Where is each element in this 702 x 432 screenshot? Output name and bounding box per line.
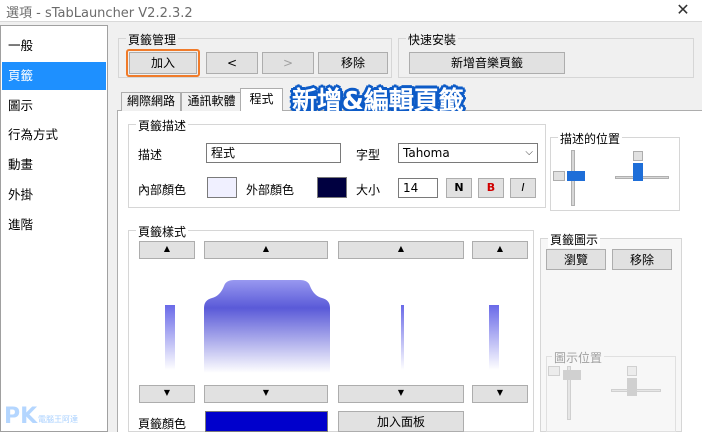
italic-style-button[interactable]: I <box>510 178 536 198</box>
icon-position-checkbox[interactable] <box>548 366 560 376</box>
font-select[interactable]: Tahoma ⌵ <box>398 143 538 163</box>
next-tab-button[interactable]: > <box>262 52 314 74</box>
style-center-up-button[interactable]: ▲ <box>204 241 328 259</box>
tab-preview-divider <box>401 305 404 370</box>
vertical-slider-thumb[interactable] <box>567 171 585 181</box>
watermark-logo: PK <box>4 404 38 429</box>
inner-color-swatch[interactable] <box>207 177 237 198</box>
style-right-down-button[interactable]: ▼ <box>338 385 464 403</box>
position-checkbox[interactable] <box>553 171 565 181</box>
icon-position-group <box>546 356 676 432</box>
add-panel-button[interactable]: 加入面板 <box>338 411 464 432</box>
prev-tab-button[interactable]: < <box>206 52 258 74</box>
icon-position-label: 圖示位置 <box>552 349 605 366</box>
tab-management-label: 頁籤管理 <box>126 31 179 48</box>
outer-color-label: 外部顏色 <box>246 183 295 197</box>
quick-install-label: 快速安裝 <box>406 31 459 48</box>
remove-icon-button[interactable]: 移除 <box>612 249 672 270</box>
tab-internet[interactable]: 網際網路 <box>121 92 181 111</box>
title-bar: 選項 - sTabLauncher V2.2.3.2 ✕ <box>0 0 702 22</box>
tab-color-swatch[interactable] <box>205 411 328 432</box>
tab-programs[interactable]: 程式 <box>240 88 283 111</box>
tab-preview-left-edge <box>165 305 175 370</box>
font-label: 字型 <box>356 148 381 162</box>
style-right-up-button[interactable]: ▲ <box>338 241 464 259</box>
chevron-down-icon: ⌵ <box>525 147 533 158</box>
sidebar-item-behavior[interactable]: 行為方式 <box>2 121 106 149</box>
font-select-value: Tahoma <box>403 146 450 160</box>
watermark-text: 電腦王阿達 <box>38 415 78 424</box>
sidebar-item-general[interactable]: 一般 <box>2 32 106 60</box>
size-label: 大小 <box>356 183 381 197</box>
sidebar-item-plugins[interactable]: 外掛 <box>2 181 106 209</box>
description-position-label: 描述的位置 <box>558 130 623 147</box>
horizontal-slider-thumb[interactable] <box>633 163 643 181</box>
tab-preview-shape <box>204 280 330 373</box>
tab-preview-right-edge <box>489 305 499 370</box>
icon-horizontal-slider-thumb[interactable] <box>627 378 637 396</box>
add-tab-button[interactable]: 加入 <box>129 52 197 74</box>
icon-position-toggle[interactable] <box>627 366 637 376</box>
tab-style-label: 頁籤樣式 <box>136 223 189 240</box>
browse-icon-button[interactable]: 瀏覽 <box>546 249 606 270</box>
sidebar-item-tabs[interactable]: 頁籤 <box>2 62 106 90</box>
close-icon[interactable]: ✕ <box>672 1 694 19</box>
sidebar-item-advanced[interactable]: 進階 <box>2 211 106 239</box>
tab-icon-label: 頁籤圖示 <box>548 231 601 248</box>
add-music-tab-button[interactable]: 新增音樂頁籤 <box>409 52 565 74</box>
sidebar-item-animation[interactable]: 動畫 <box>2 151 106 179</box>
description-label: 描述 <box>138 148 163 162</box>
style-left-down-button[interactable]: ▼ <box>139 385 195 403</box>
tab-color-label: 頁籤顏色 <box>138 417 187 431</box>
window-title: 選項 - sTabLauncher V2.2.3.2 <box>6 6 193 21</box>
sidebar-item-icons[interactable]: 圖示 <box>2 92 106 120</box>
sidebar: 一般 頁籤 圖示 行為方式 動畫 外掛 進階 <box>0 25 108 432</box>
description-input[interactable]: 程式 <box>206 143 341 163</box>
outer-color-swatch[interactable] <box>317 177 347 198</box>
icon-vertical-slider-thumb[interactable] <box>563 370 581 380</box>
style-far-down-button[interactable]: ▼ <box>472 385 528 403</box>
style-center-down-button[interactable]: ▼ <box>204 385 328 403</box>
normal-style-button[interactable]: N <box>446 178 472 198</box>
remove-tab-button[interactable]: 移除 <box>318 52 388 74</box>
size-input[interactable]: 14 <box>398 178 438 198</box>
inner-color-label: 內部顏色 <box>138 183 187 197</box>
tab-description-label: 頁籤描述 <box>136 117 189 134</box>
bold-style-button[interactable]: B <box>478 178 504 198</box>
position-toggle[interactable] <box>633 151 643 161</box>
tab-messaging[interactable]: 通訊軟體 <box>181 92 242 111</box>
style-left-up-button[interactable]: ▲ <box>139 241 195 259</box>
style-far-up-button[interactable]: ▲ <box>472 241 528 259</box>
